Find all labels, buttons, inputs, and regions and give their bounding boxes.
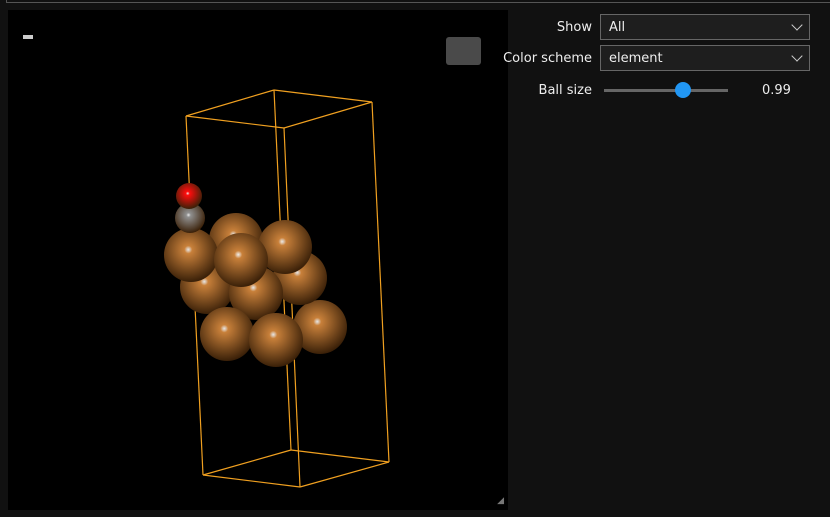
- unit-cell-edge: [283, 127, 301, 488]
- color-scheme-label: Color scheme: [503, 50, 592, 66]
- structure-canvas[interactable]: [8, 10, 508, 510]
- unit-cell-edge: [185, 89, 275, 117]
- unit-cell-edge: [290, 449, 390, 463]
- 3d-structure-viewer[interactable]: ◢: [8, 10, 508, 510]
- chevron-down-icon: [791, 19, 803, 31]
- unit-cell-edge: [273, 89, 373, 103]
- copper-atom: [164, 228, 218, 282]
- copper-atom: [200, 307, 254, 361]
- viewer-menu-button[interactable]: [446, 37, 481, 65]
- show-row: Show All: [500, 14, 810, 40]
- minimize-icon[interactable]: [23, 35, 33, 39]
- show-value: All: [609, 19, 626, 35]
- ball-size-slider[interactable]: [604, 82, 728, 98]
- ball-size-row: Ball size 0.99: [500, 82, 791, 98]
- unit-cell-edge: [283, 101, 373, 129]
- oxygen-atom: [176, 183, 202, 209]
- top-border: [6, 0, 830, 3]
- color-scheme-row: Color scheme element: [500, 45, 810, 71]
- resize-handle-icon[interactable]: ◢: [497, 496, 504, 506]
- unit-cell-edge: [299, 461, 390, 488]
- unit-cell-edge: [371, 101, 390, 463]
- copper-atom: [249, 313, 303, 367]
- chevron-down-icon: [791, 50, 803, 62]
- show-label: Show: [556, 19, 592, 35]
- color-scheme-value: element: [609, 50, 663, 66]
- unit-cell-edge: [202, 449, 292, 476]
- unit-cell-edge: [185, 115, 285, 129]
- unit-cell-edge: [202, 474, 301, 488]
- slider-thumb[interactable]: [675, 82, 692, 98]
- ball-size-label: Ball size: [538, 82, 592, 98]
- slider-track: [604, 89, 728, 92]
- ball-size-value: 0.99: [762, 82, 791, 98]
- copper-atom: [214, 233, 268, 287]
- color-scheme-select[interactable]: element: [600, 45, 810, 71]
- show-select[interactable]: All: [600, 14, 810, 40]
